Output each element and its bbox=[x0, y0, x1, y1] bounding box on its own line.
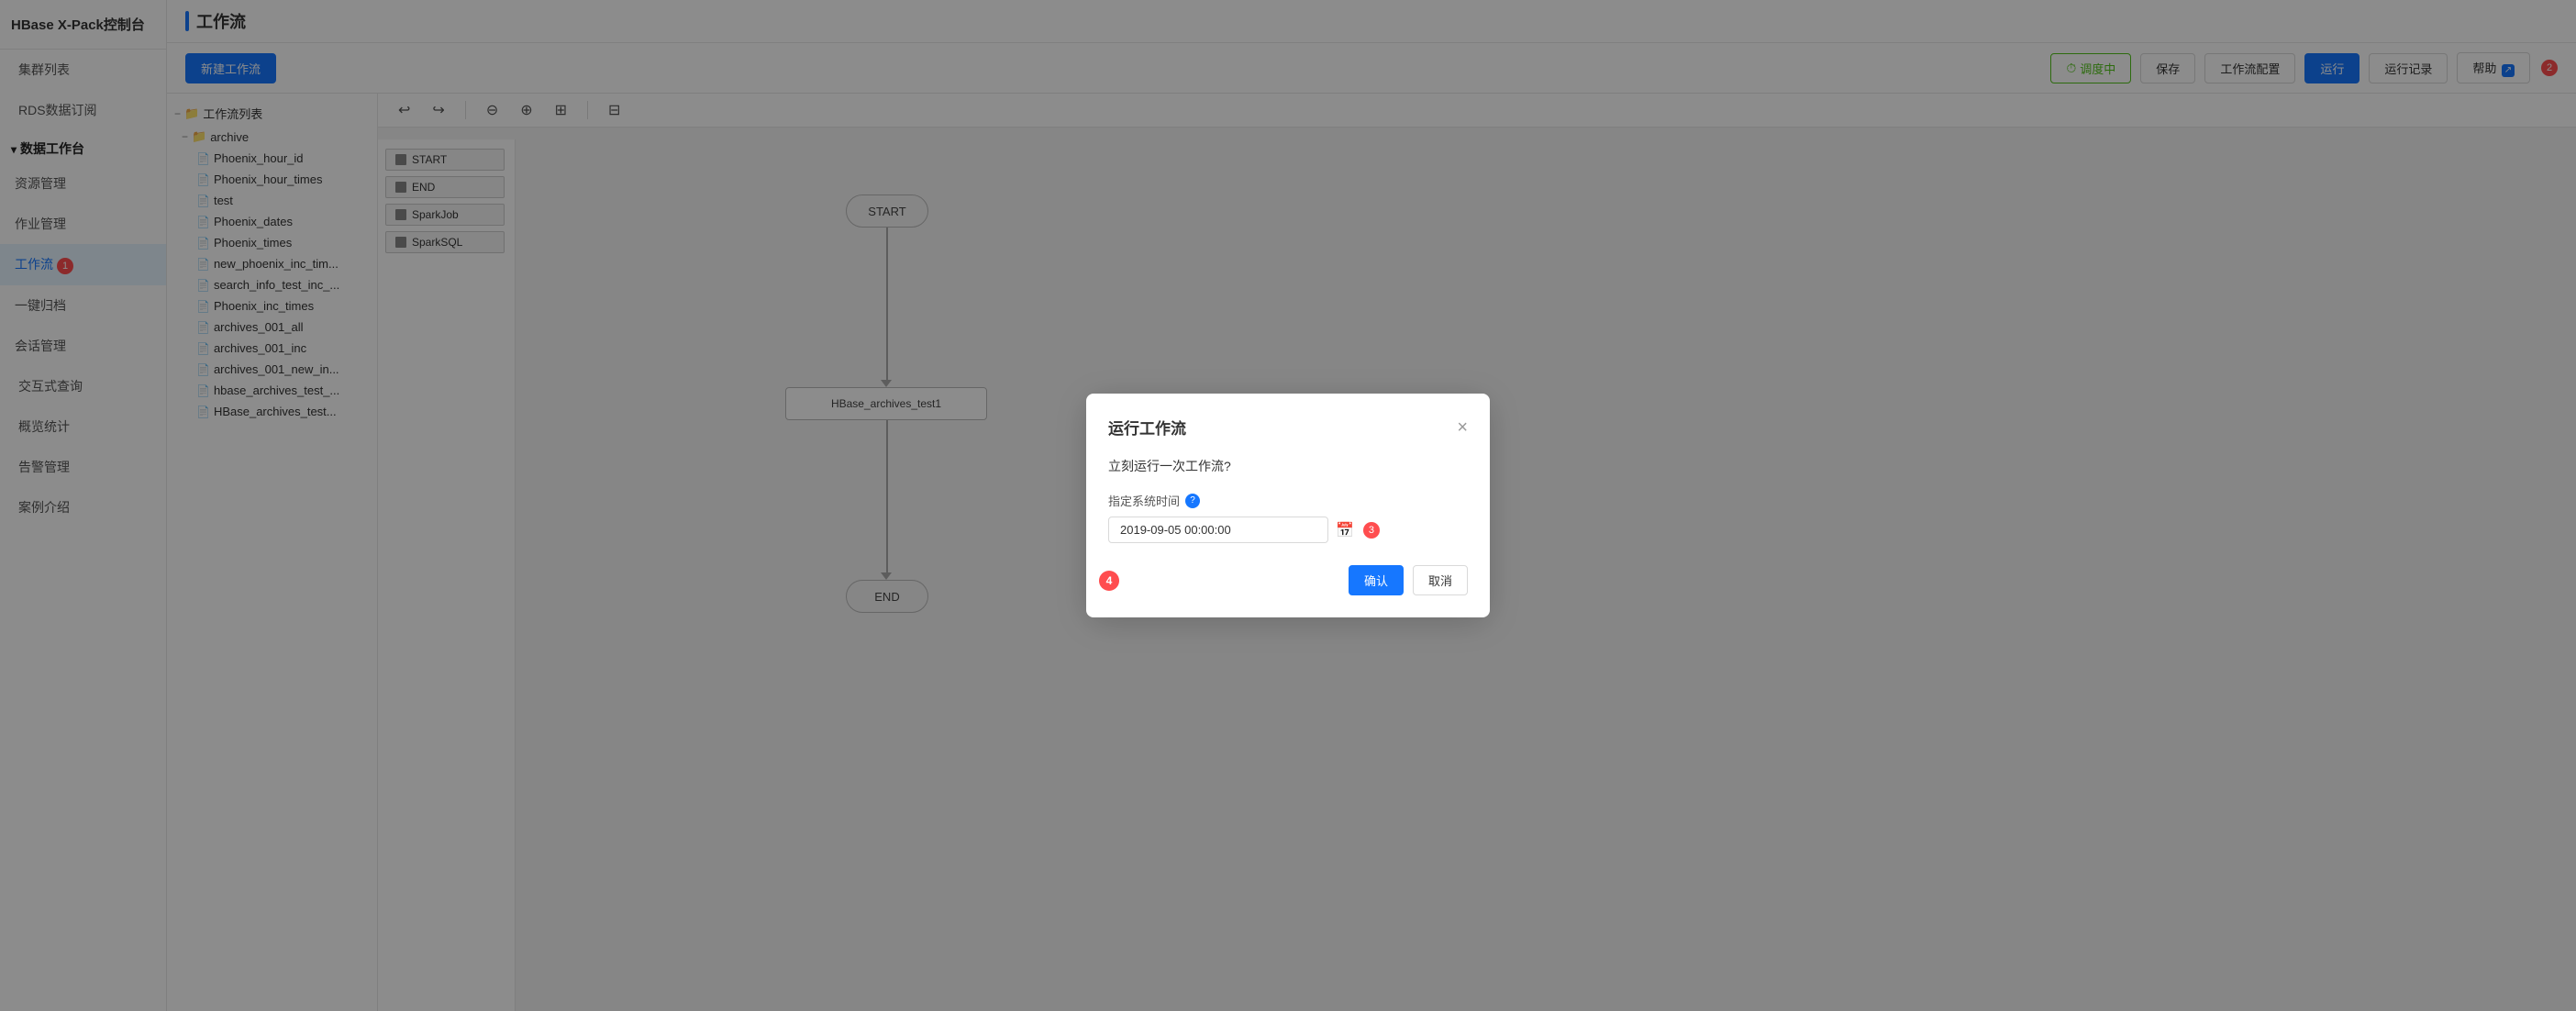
run-workflow-modal: 运行工作流 × 立刻运行一次工作流? 指定系统时间 ? 📅 3 4 确认 取消 bbox=[1086, 394, 1490, 617]
modal-field-label: 指定系统时间 ? bbox=[1108, 492, 1468, 509]
modal-body: 立刻运行一次工作流? 指定系统时间 ? 📅 3 bbox=[1108, 457, 1468, 543]
cancel-button[interactable]: 取消 bbox=[1413, 565, 1468, 595]
help-icon[interactable]: ? bbox=[1185, 494, 1200, 508]
step-3-badge: 3 bbox=[1363, 522, 1380, 539]
confirm-button[interactable]: 确认 bbox=[1349, 565, 1404, 595]
date-input-row: 📅 3 bbox=[1108, 517, 1468, 543]
modal-title: 运行工作流 bbox=[1108, 416, 1186, 439]
step-4-badge: 4 bbox=[1099, 571, 1119, 591]
modal-close-button[interactable]: × bbox=[1457, 418, 1468, 437]
modal-question: 立刻运行一次工作流? bbox=[1108, 457, 1468, 475]
modal-overlay: 运行工作流 × 立刻运行一次工作流? 指定系统时间 ? 📅 3 4 确认 取消 bbox=[0, 0, 2576, 1011]
modal-footer: 4 确认 取消 bbox=[1108, 565, 1468, 595]
datetime-input[interactable] bbox=[1108, 517, 1328, 543]
calendar-icon[interactable]: 📅 bbox=[1336, 521, 1354, 539]
modal-header: 运行工作流 × bbox=[1108, 416, 1468, 439]
